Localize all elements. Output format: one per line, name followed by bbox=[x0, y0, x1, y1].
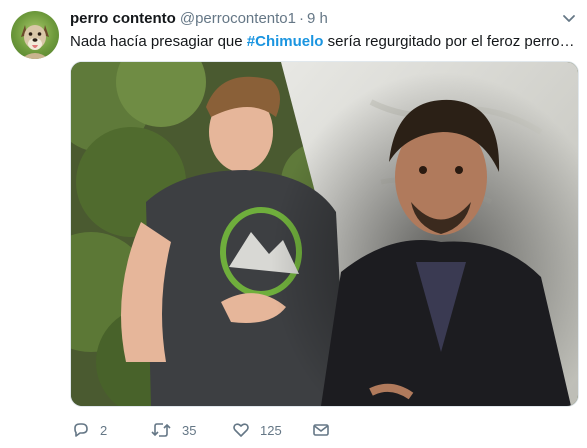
like-icon bbox=[233, 423, 249, 437]
tweet: perro contento @perrocontento1 · 9 h Nad… bbox=[0, 0, 587, 448]
tweet-text: Nada hacía presagiar que #Chimuelo sería… bbox=[70, 32, 575, 52]
direct-message-icon bbox=[313, 424, 329, 436]
media-image bbox=[71, 62, 578, 406]
like-button[interactable]: 125 bbox=[232, 420, 282, 440]
tweet-header: perro contento @perrocontento1 · 9 h bbox=[70, 10, 328, 30]
tweet-media[interactable] bbox=[70, 61, 579, 407]
direct-message-button[interactable] bbox=[312, 420, 330, 440]
author-handle[interactable]: @perrocontento1 bbox=[180, 10, 296, 27]
tweet-actions: 2 35 125 bbox=[70, 420, 390, 440]
separator-dot: · bbox=[298, 10, 304, 27]
reply-button[interactable]: 2 bbox=[72, 420, 107, 440]
timestamp[interactable]: 9 h bbox=[307, 10, 328, 27]
retweet-count: 35 bbox=[182, 422, 197, 438]
avatar[interactable] bbox=[11, 11, 59, 59]
reply-icon bbox=[74, 423, 88, 437]
chevron-down-icon[interactable] bbox=[562, 14, 576, 24]
hashtag-link[interactable]: #Chimuelo bbox=[247, 33, 324, 50]
reply-count: 2 bbox=[100, 422, 108, 438]
author-name[interactable]: perro contento bbox=[70, 10, 176, 27]
retweet-button[interactable]: 35 bbox=[150, 420, 196, 440]
tweet-text-before: Nada hacía presagiar que bbox=[70, 33, 247, 50]
tweet-text-after: sería regurgitado por el feroz perro… bbox=[323, 33, 575, 50]
like-count: 125 bbox=[260, 422, 282, 438]
retweet-icon bbox=[151, 423, 171, 437]
dog-avatar-icon bbox=[21, 25, 49, 59]
